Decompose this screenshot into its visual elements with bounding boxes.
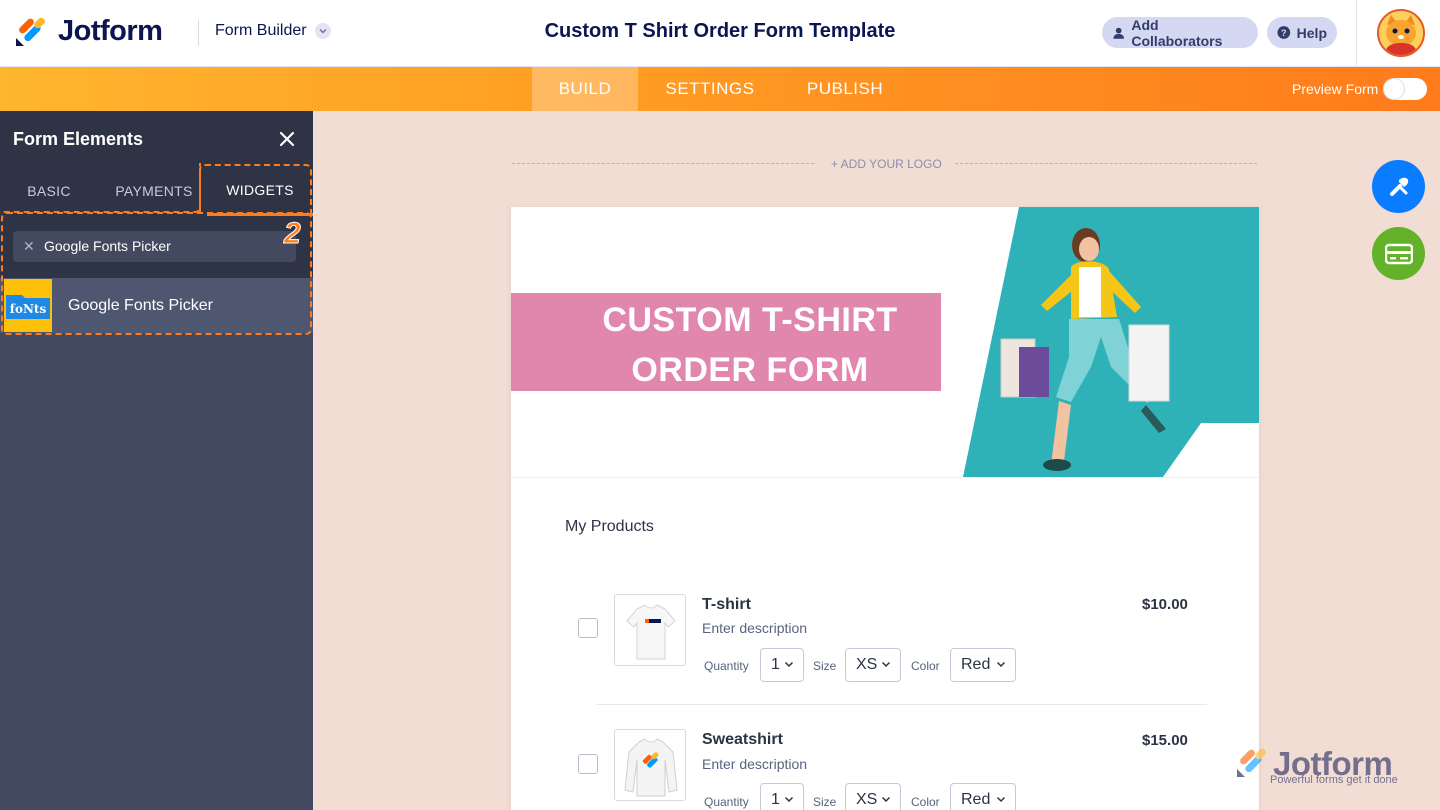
toggle-knob [1384,79,1404,99]
form-builder-label: Form Builder [215,22,307,39]
size-select[interactable]: XS [845,648,901,682]
chevron-down-icon [784,661,794,668]
header-separator [1356,0,1357,67]
tab-publish[interactable]: PUBLISH [790,67,900,111]
hero-title-line1: CUSTOM T-SHIRT [602,301,898,339]
add-logo-link[interactable]: + ADD YOUR LOGO [831,157,942,171]
user-avatar[interactable] [1377,9,1425,57]
color-select[interactable]: Red [950,648,1016,682]
logo-guide-right [955,163,1257,164]
form-title[interactable]: Custom T Shirt Order Form Template [545,20,896,42]
hero-title-line2: ORDER FORM [631,351,869,389]
preview-form-label: Preview Form [1292,81,1379,97]
hero-divider [511,477,1259,478]
product-checkbox-sweatshirt[interactable] [578,754,598,774]
highlight-widgets-tab-outline [199,164,312,214]
product-divider [597,704,1207,705]
product-name-sweatshirt: Sweatshirt [702,731,783,748]
highlight-search-outline [1,212,312,335]
step-number-badge: 2 [284,217,302,251]
panel-title: Form Elements [13,129,144,149]
preview-form-toggle[interactable] [1383,78,1427,100]
builder-navbar: BUILD SETTINGS PUBLISH Preview Form [0,67,1440,111]
product-image-sweatshirt [614,729,686,801]
jotform-logo[interactable]: Jotform [14,14,163,48]
quantity-value: 1 [771,656,780,673]
form-header-image[interactable]: CUSTOM T-SHIRT ORDER FORM [511,207,1259,477]
tab-build[interactable]: BUILD [532,67,638,111]
svg-text:?: ? [1281,28,1287,38]
color-label: Color [911,659,940,673]
chevron-down-icon [996,661,1006,668]
product-image-tshirt [614,594,686,666]
header-divider [198,20,199,46]
help-button[interactable]: ? Help [1267,17,1337,48]
form-card: CUSTOM T-SHIRT ORDER FORM My Products T-… [511,207,1259,810]
size-value: XS [856,656,878,673]
quantity-value: 1 [771,791,780,808]
brand-name: Jotform [58,14,163,47]
color-label: Color [911,795,940,809]
close-icon[interactable] [276,128,298,150]
chevron-down-icon [996,796,1006,803]
panel-header: Form Elements [0,111,313,166]
chevron-down-icon [881,661,891,668]
quantity-select[interactable]: 1 [760,783,804,810]
color-value: Red [961,656,991,673]
color-select[interactable]: Red [950,783,1016,810]
add-collaborators-label: Add Collaborators [1131,16,1223,49]
chevron-down-icon [881,796,891,803]
payment-card-icon [1384,243,1413,264]
product-description-tshirt[interactable]: Enter description [702,620,807,636]
user-icon [1113,27,1124,39]
size-select[interactable]: XS [845,783,901,810]
size-label: Size [813,659,837,673]
product-checkbox-tshirt[interactable] [578,618,598,638]
product-description-sweatshirt[interactable]: Enter description [702,756,807,772]
help-label: Help [1296,24,1327,41]
payment-settings-button[interactable] [1372,227,1425,280]
chevron-down-icon [314,23,331,39]
form-elements-panel: Form Elements BASIC PAYMENTS WIDGETS ✕ G… [0,111,313,810]
design-paint-icon [1389,177,1408,196]
product-price-sweatshirt: $15.00 [1142,732,1188,749]
chevron-down-icon [784,796,794,803]
form-designer-button[interactable] [1372,160,1425,213]
quantity-select[interactable]: 1 [760,648,804,682]
watermark-tagline: Powerful forms get it done [1270,774,1398,786]
quantity-label: Quantity [704,795,749,809]
products-section-title[interactable]: My Products [565,518,654,536]
jotform-logo-icon [16,17,45,46]
size-label: Size [813,795,837,809]
logo-guide-left [512,163,814,164]
color-value: Red [961,791,991,808]
top-header: Jotform Form Builder Custom T Shirt Orde… [0,0,1440,67]
jotform-logo-icon [1237,748,1266,777]
add-collaborators-button[interactable]: Add Collaborators [1102,16,1258,49]
help-icon: ? [1277,26,1291,39]
tab-settings[interactable]: SETTINGS [648,67,772,111]
quantity-label: Quantity [704,659,749,673]
product-price-tshirt: $10.00 [1142,596,1188,613]
form-builder-menu[interactable]: Form Builder [215,22,331,40]
highlight-tabs-outline [0,163,201,213]
hero-title[interactable]: CUSTOM T-SHIRT ORDER FORM [551,295,949,395]
size-value: XS [856,791,878,808]
product-name-tshirt: T-shirt [702,596,751,613]
avatar-cat-icon [1379,11,1423,55]
